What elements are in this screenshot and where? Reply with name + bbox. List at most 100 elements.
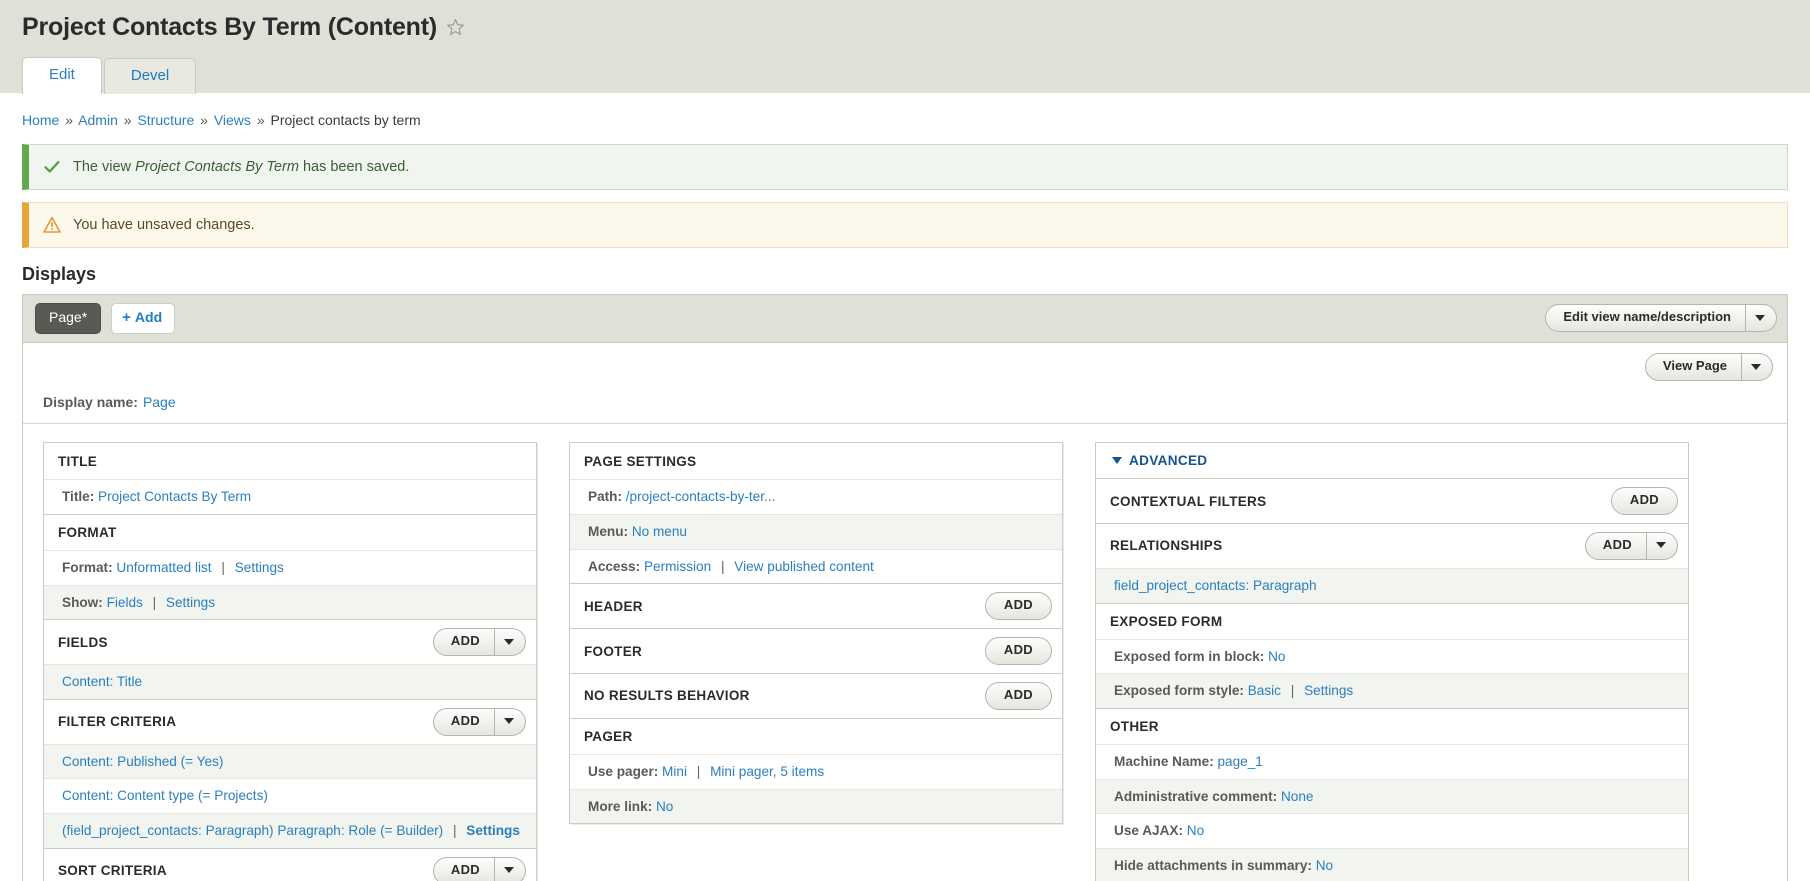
row-value-link[interactable]: None bbox=[1281, 789, 1314, 804]
row-value-link[interactable]: No bbox=[1268, 649, 1285, 664]
breadcrumb-separator: » bbox=[65, 111, 74, 128]
page-title-text: Project Contacts By Term (Content) bbox=[22, 13, 438, 41]
row-value-link[interactable]: No bbox=[656, 799, 673, 814]
row-settings-link[interactable]: Settings bbox=[466, 823, 520, 838]
bucket-title-exposed-form: Exposed form bbox=[1096, 602, 1688, 639]
row-value-link[interactable]: Mini bbox=[662, 764, 687, 779]
row-extra-link[interactable]: Mini pager, 5 items bbox=[710, 764, 824, 779]
row-path: Path: /project-contacts-by-ter... bbox=[570, 479, 1062, 514]
breadcrumb-item-admin[interactable]: Admin bbox=[78, 112, 118, 128]
row-label: Show: bbox=[62, 594, 103, 610]
column-middle: Page settings Path: /project-contacts-by… bbox=[569, 442, 1063, 825]
row-value-link[interactable]: (field_project_contacts: Paragraph) Para… bbox=[62, 823, 443, 838]
filter-add-group: Add bbox=[432, 707, 526, 736]
page-title: Project Contacts By Term (Content) bbox=[0, 13, 1810, 56]
row-value-link[interactable]: Unformatted list bbox=[116, 560, 211, 575]
row-value-link[interactable]: No bbox=[1316, 858, 1333, 873]
no-results-add-button[interactable]: Add bbox=[984, 682, 1052, 710]
row-label: Access: bbox=[588, 558, 641, 574]
bucket-heading: Title bbox=[58, 453, 97, 469]
bucket-title-format: Format bbox=[44, 513, 536, 550]
bucket-heading: Pager bbox=[584, 728, 633, 744]
contextual-filters-add-button[interactable]: Add bbox=[1610, 487, 1678, 516]
footer-add-button[interactable]: Add bbox=[984, 637, 1052, 666]
bucket-title-contextual-filters: Contextual filters Add bbox=[1096, 478, 1688, 524]
column-right: Advanced Contextual filters Add Relation… bbox=[1095, 442, 1689, 881]
sort-add-dropdown-toggle[interactable] bbox=[495, 856, 526, 881]
view-page-dropdown-toggle[interactable] bbox=[1742, 353, 1773, 382]
page-body: Home » Admin » Structure » Views » Proje… bbox=[0, 92, 1810, 881]
row-pipe: | bbox=[452, 823, 457, 839]
edit-view-name-dropdown-toggle[interactable] bbox=[1746, 304, 1777, 333]
no-results-add-wrap: Add bbox=[984, 682, 1052, 710]
relationships-add-button[interactable]: Add bbox=[1584, 532, 1647, 560]
bucket-title-header: Header Add bbox=[570, 583, 1062, 629]
displays-heading: Displays bbox=[22, 263, 97, 284]
row-value-link[interactable]: /project-contacts-by-ter... bbox=[626, 489, 776, 504]
header-add-button[interactable]: Add bbox=[984, 592, 1052, 621]
bucket-heading: Sort criteria bbox=[58, 863, 167, 879]
row-settings-link[interactable]: Settings bbox=[166, 595, 215, 610]
bucket-heading: Exposed form bbox=[1110, 613, 1223, 629]
row-filter-paragraph-role: (field_project_contacts: Paragraph) Para… bbox=[44, 813, 536, 848]
star-outline-icon[interactable] bbox=[446, 18, 465, 37]
view-page-group: View Page bbox=[1644, 353, 1773, 382]
advanced-toggle[interactable]: Advanced bbox=[1096, 443, 1688, 478]
status-message-text: The view Project Contacts By Term has be… bbox=[73, 159, 409, 175]
bucket-heading: No results behavior bbox=[584, 688, 750, 704]
warning-message: You have unsaved changes. bbox=[22, 201, 1788, 248]
row-value-link[interactable]: Content: Content type (= Projects) bbox=[62, 788, 268, 803]
row-field-content-title: Content: Title bbox=[44, 664, 536, 699]
row-value-link[interactable]: Permission bbox=[644, 559, 711, 574]
filter-add-button[interactable]: Add bbox=[432, 707, 495, 736]
edit-view-name-button[interactable]: Edit view name/description bbox=[1545, 304, 1746, 333]
row-value-link[interactable]: Content: Title bbox=[62, 674, 142, 689]
bucket-title-sort-criteria: Sort criteria Add bbox=[44, 847, 536, 881]
sort-add-button[interactable]: Add bbox=[432, 856, 495, 881]
row-title: Title: Project Contacts By Term bbox=[44, 479, 536, 514]
tab-devel[interactable]: Devel bbox=[103, 57, 197, 94]
display-columns: Title Title: Project Contacts By Term Fo… bbox=[23, 424, 1787, 881]
row-value-link[interactable]: No bbox=[1187, 823, 1204, 838]
display-tabs-bar: Page* + Add Edit view name/description bbox=[22, 293, 1788, 344]
row-more-link: More link: No bbox=[570, 788, 1062, 824]
row-value-link[interactable]: Project Contacts By Term bbox=[98, 489, 251, 504]
fields-add-dropdown-toggle[interactable] bbox=[495, 628, 526, 657]
view-page-button[interactable]: View Page bbox=[1644, 353, 1742, 382]
relationships-add-dropdown-toggle[interactable] bbox=[1647, 532, 1678, 560]
display-name-value[interactable]: Page bbox=[143, 394, 176, 410]
tab-edit[interactable]: Edit bbox=[22, 56, 102, 94]
column-left: Title Title: Project Contacts By Term Fo… bbox=[43, 442, 537, 881]
chevron-down-icon bbox=[1656, 542, 1666, 549]
row-value-link[interactable]: page_1 bbox=[1218, 754, 1263, 769]
row-extra-link[interactable]: View published content bbox=[734, 559, 874, 574]
display-tab-page[interactable]: Page* bbox=[35, 303, 102, 334]
row-settings-link[interactable]: Settings bbox=[235, 560, 284, 575]
add-display-button[interactable]: + Add bbox=[111, 302, 176, 335]
fields-add-button[interactable]: Add bbox=[432, 628, 495, 657]
row-value-link[interactable]: Basic bbox=[1248, 683, 1281, 698]
fields-add-group: Add bbox=[432, 628, 526, 657]
left-buckets: Title Title: Project Contacts By Term Fo… bbox=[43, 442, 537, 881]
row-value-link[interactable]: No menu bbox=[632, 524, 687, 539]
warning-message-text: You have unsaved changes. bbox=[73, 216, 255, 233]
row-value-link[interactable]: field_project_contacts: Paragraph bbox=[1114, 578, 1317, 593]
breadcrumb-item-views[interactable]: Views bbox=[214, 112, 251, 128]
breadcrumb-current: Project contacts by term bbox=[270, 111, 421, 128]
row-settings-link[interactable]: Settings bbox=[1304, 683, 1353, 698]
breadcrumb-separator: » bbox=[200, 111, 208, 128]
breadcrumb-item-home[interactable]: Home bbox=[22, 112, 59, 128]
row-relationship-field-project-contacts: field_project_contacts: Paragraph bbox=[1096, 567, 1688, 603]
bucket-heading: Fields bbox=[58, 634, 108, 650]
contextual-filters-add-wrap: Add bbox=[1610, 487, 1678, 516]
display-name-row: Display name: Page bbox=[23, 381, 1787, 425]
row-filter-content-type: Content: Content type (= Projects) bbox=[44, 778, 536, 814]
filter-add-dropdown-toggle[interactable] bbox=[495, 707, 526, 736]
bucket-heading: Format bbox=[58, 524, 117, 540]
row-use-pager: Use pager: Mini | Mini pager, 5 items bbox=[570, 753, 1062, 789]
row-value-link[interactable]: Fields bbox=[107, 595, 143, 610]
breadcrumb-item-structure[interactable]: Structure bbox=[137, 112, 194, 128]
row-filter-published: Content: Published (= Yes) bbox=[44, 743, 536, 779]
row-value-link[interactable]: Content: Published (= Yes) bbox=[62, 754, 223, 769]
breadcrumb-separator: » bbox=[123, 111, 132, 128]
